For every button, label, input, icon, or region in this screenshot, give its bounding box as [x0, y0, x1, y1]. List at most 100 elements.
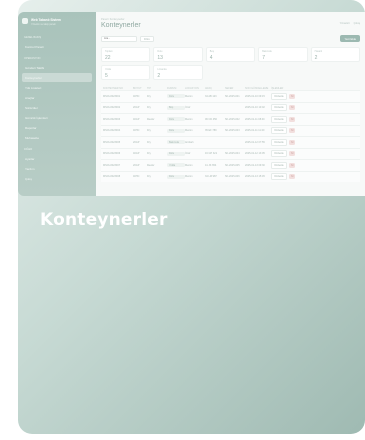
table-cell: 40GP [133, 117, 140, 121]
table-cell: 2025-01-12 13:05 [245, 152, 265, 156]
stat-value: 4 [209, 54, 213, 61]
sidebar-item[interactable]: Gümrük İşlemleri [22, 113, 92, 122]
sidebar-group-label: Operasyon [24, 57, 41, 60]
stat-value: 22 [105, 54, 111, 61]
delete-button[interactable]: Sil [289, 128, 296, 134]
table-cell: MSCU2023004 [103, 129, 121, 133]
table-cell: 2025-01-13 09:30 [245, 163, 265, 167]
table-cell: 20GP [133, 106, 140, 110]
edit-button[interactable]: Düzenle [271, 138, 288, 146]
table-cell: Dry [147, 152, 151, 156]
column-header[interactable]: Lokasyon [185, 87, 205, 90]
sidebar-item[interactable]: Yük Listeleri [22, 83, 92, 92]
column-header[interactable]: Boyut [133, 87, 147, 90]
table-cell: Ambarlı [185, 140, 194, 144]
row-actions: Düzenle Sil [271, 161, 301, 169]
sidebar-item[interactable]: Araçlar [22, 93, 92, 102]
user-menu[interactable]: Yönetici [340, 21, 350, 25]
logo-icon [22, 18, 28, 24]
stat-card: Hasarlı 2 [310, 47, 360, 62]
app-window: Web Tabanlı Sistem Yönetim ve takip pane… [18, 12, 365, 196]
column-header[interactable]: Sefer [225, 87, 245, 90]
delete-button[interactable]: Sil [289, 139, 296, 145]
sidebar-item[interactable]: Çıkış [22, 174, 92, 183]
table-cell: 2025-01-13 15:45 [245, 175, 265, 179]
table-body: MSCU2023001 40HC Dry Dolu Mersin 34 AB 123 SF-… [101, 90, 360, 182]
table-cell: SF-2025-004 [225, 152, 240, 156]
table-cell: MSCU2023008 [103, 175, 121, 179]
table-row[interactable]: MSCU2023001 40HC Dry Dolu Mersin 34 AB 123 SF-… [101, 90, 360, 102]
table-cell: MSCU2023001 [103, 94, 121, 98]
table-cell: MSCU2023005 [103, 140, 121, 144]
sidebar-item[interactable]: Kontrol Paneli [22, 42, 92, 51]
table-cell: 40HC [133, 129, 140, 133]
topbar: Panel / Konteynerler Konteynerler Yöneti… [101, 18, 360, 29]
delete-button[interactable]: Sil [289, 105, 296, 111]
table-cell: Dry [147, 140, 151, 144]
filter-button[interactable]: Filtre [140, 35, 154, 42]
table-row[interactable]: MSCU2023003 40GP Reefer Dolu Mersin 06 CD 456… [101, 113, 360, 125]
table-row[interactable]: MSCU2023007 20GP Reefer Yolda Mersin 41 JK 65… [101, 159, 360, 171]
brand: Web Tabanlı Sistem Yönetim ve takip pane… [22, 18, 92, 26]
table-cell: Mersin [185, 129, 193, 133]
sidebar-item[interactable]: Ayarlar [22, 154, 92, 163]
stats-grid: Toplam 22 Dolu 13 Boş 4 Bakımda 7 Hasarlı 2 Y… [101, 47, 360, 80]
table-row[interactable]: MSCU2023006 40GP Dry Dolu İzmir 16 GH 321 SF-2… [101, 147, 360, 159]
edit-button[interactable]: Düzenle [271, 161, 288, 169]
table-cell: SF-2025-001 [225, 94, 240, 98]
table-cell: SF-2025-005 [225, 163, 240, 167]
breadcrumb: Panel / Konteynerler [101, 18, 125, 21]
stat-label: Toplam [105, 50, 113, 53]
edit-button[interactable]: Düzenle [271, 150, 288, 158]
table-cell: MSCU2023002 [103, 106, 121, 110]
column-header[interactable]: Tip [147, 87, 167, 90]
status-badge: Dolu [167, 128, 185, 133]
table-cell: 20GP [133, 140, 140, 144]
delete-button[interactable]: Sil [289, 151, 296, 157]
search-input[interactable] [101, 35, 137, 42]
sidebar-item[interactable]: Gönderi Takibi [22, 63, 92, 72]
table-cell: Dry [147, 129, 151, 133]
add-container-button[interactable]: Yeni Ekle [340, 35, 360, 42]
table-cell: 35 EF 789 [205, 129, 217, 133]
status-badge: Dolu [167, 174, 185, 179]
delete-button[interactable]: Sil [289, 162, 296, 168]
stat-label: Yolda [105, 68, 111, 71]
sidebar-item[interactable]: Muhasebe [22, 133, 92, 142]
delete-button[interactable]: Sil [289, 93, 296, 99]
sidebar-item[interactable]: Raporlar [22, 123, 92, 132]
column-header[interactable]: Son Güncelleme [245, 87, 271, 90]
status-badge: Yolda [167, 163, 185, 168]
sidebar-item[interactable]: Yardım [22, 164, 92, 173]
table-cell: 41 JK 654 [205, 163, 217, 167]
logout-link[interactable]: Çıkış [354, 21, 360, 25]
column-header: İşlemler [271, 87, 284, 90]
status-badge: Dolu [167, 151, 185, 156]
column-header[interactable]: Konteyner No [103, 87, 133, 90]
table-row[interactable]: MSCU2023005 20GP Dry Bakımda Ambarlı 2025-01-… [101, 136, 360, 148]
table-cell: 2025-01-10 10:02 [245, 106, 265, 110]
edit-button[interactable]: Düzenle [271, 92, 288, 100]
table-row[interactable]: MSCU2023004 40HC Dry Dolu Mersin 35 EF 789 SF-… [101, 124, 360, 136]
stat-card: Limanda 2 [153, 65, 203, 80]
column-header[interactable]: Araç [205, 87, 225, 90]
delete-button[interactable]: Sil [289, 174, 296, 180]
column-header[interactable]: Durum [167, 87, 185, 90]
sidebar-group-label: Genel Bakış [24, 36, 42, 39]
delete-button[interactable]: Sil [289, 116, 296, 122]
edit-button[interactable]: Düzenle [271, 104, 288, 112]
edit-button[interactable]: Düzenle [271, 115, 288, 123]
table-cell: Dry [147, 106, 151, 110]
table-row[interactable]: MSCU2023002 20GP Dry Boş İzmir 2025-01-10 10:… [101, 101, 360, 113]
stat-label: Bakımda [262, 50, 272, 53]
stat-card: Yolda 5 [101, 65, 151, 80]
table-row[interactable]: MSCU2023008 40HC Dry Dolu Mersin 34 LM 987 SF-… [101, 170, 360, 182]
edit-button[interactable]: Düzenle [271, 173, 288, 181]
stat-card: Dolu 13 [153, 47, 203, 62]
sidebar-item-active[interactable]: Konteynerler [22, 73, 92, 82]
sidebar-item[interactable]: Sürücüler [22, 103, 92, 112]
table-cell: 40GP [133, 152, 140, 156]
row-actions: Düzenle Sil [271, 127, 301, 135]
stat-card: Boş 4 [205, 47, 256, 62]
edit-button[interactable]: Düzenle [271, 127, 288, 135]
